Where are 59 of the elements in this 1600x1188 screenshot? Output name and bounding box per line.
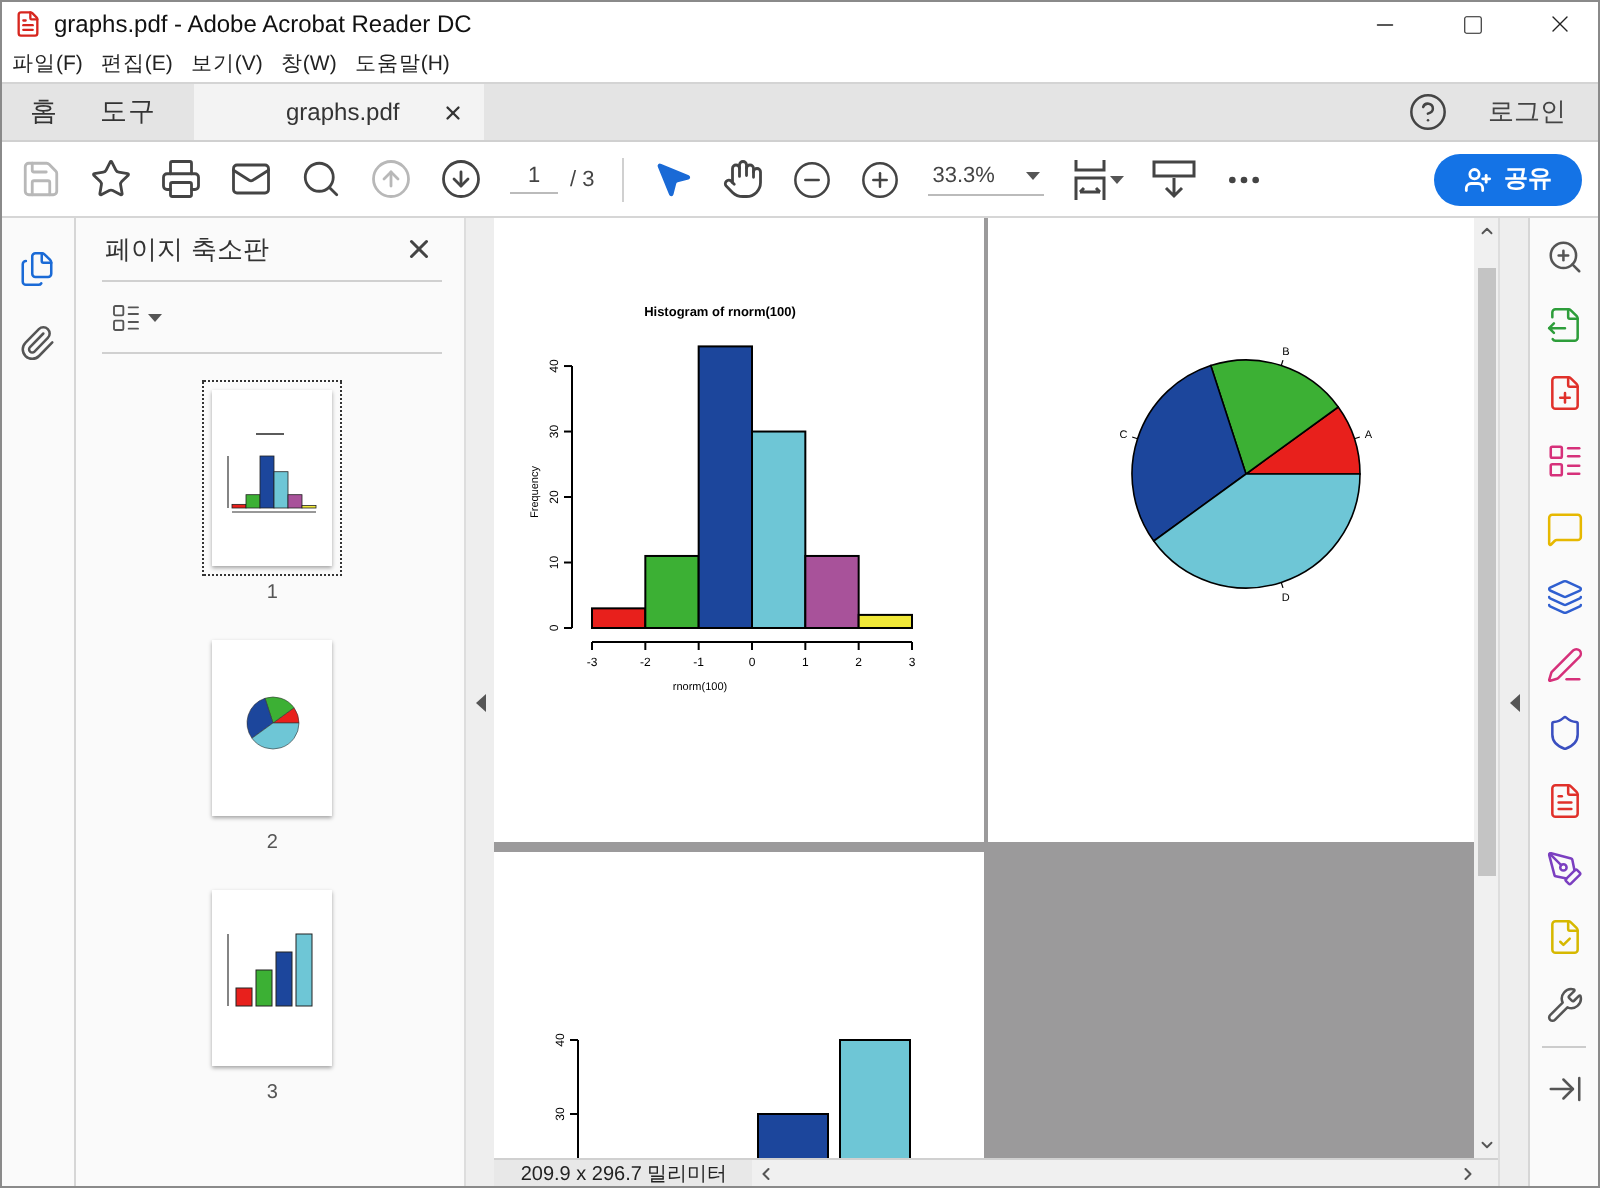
share-button[interactable]: 공유 — [1434, 153, 1582, 205]
paperclip-icon[interactable] — [18, 324, 57, 362]
maximize-icon[interactable] — [1461, 13, 1483, 35]
caret-icon — [1110, 175, 1125, 183]
collapse-arrow-icon[interactable] — [475, 693, 486, 711]
pie-thumbnail-drawing — [246, 696, 301, 750]
menu-item[interactable]: 보기(V) — [190, 50, 263, 78]
menu-item[interactable]: 창(W) — [280, 50, 337, 78]
collapse-arrow-icon[interactable] — [1509, 693, 1520, 711]
thumbnail-label: 2 — [266, 832, 278, 854]
pointer-icon[interactable] — [652, 158, 695, 200]
search-icon[interactable] — [300, 158, 342, 200]
options-menu-button[interactable] — [109, 301, 162, 333]
menu-item[interactable]: 파일(F) — [12, 50, 83, 78]
page-count: / 3 — [570, 167, 595, 191]
zoom-field[interactable]: 33.3% — [928, 163, 1045, 195]
page-number-field[interactable]: 1 — [510, 164, 558, 194]
scrollbar-thumb[interactable] — [1477, 268, 1496, 876]
read-mode-icon[interactable] — [1152, 159, 1197, 199]
export-file-icon[interactable] — [1545, 306, 1584, 344]
signature-icon[interactable] — [1545, 850, 1584, 888]
arrow-down-icon[interactable] — [440, 158, 482, 200]
mail-icon[interactable] — [230, 158, 272, 200]
list-icon — [109, 301, 142, 333]
caret-icon — [147, 313, 162, 321]
thumbnail-label: 3 — [266, 1082, 278, 1104]
wrench-icon[interactable] — [1545, 986, 1584, 1024]
nav-tab[interactable]: 홈 — [2, 84, 86, 140]
window-title: graphs.pdf - Adobe Acrobat Reader DC — [54, 10, 472, 38]
panel-title: 페이지 축소판 — [105, 231, 269, 267]
thumbnail-label: 1 — [266, 582, 278, 604]
combine-files-icon[interactable] — [1545, 578, 1584, 616]
print-icon[interactable] — [160, 158, 202, 200]
pdf-file-icon[interactable] — [1545, 782, 1584, 820]
create-file-icon[interactable] — [1545, 374, 1584, 412]
add-user-icon — [1464, 165, 1492, 193]
pdf-file-icon — [14, 10, 42, 38]
help-icon[interactable] — [1408, 92, 1448, 132]
fit-page-icon[interactable] — [1072, 157, 1109, 201]
sign-in-link[interactable]: 로그인 — [1488, 94, 1566, 130]
zoom-in-icon[interactable] — [1545, 238, 1584, 276]
hand-icon[interactable] — [722, 158, 765, 200]
zoom-in-icon[interactable] — [860, 159, 901, 199]
pages-icon[interactable] — [18, 250, 57, 288]
y-axis — [569, 1039, 580, 1158]
scroll-down-icon[interactable] — [1477, 1136, 1496, 1154]
close-icon[interactable] — [442, 101, 464, 123]
document-tab[interactable]: graphs.pdf — [194, 84, 484, 140]
page-size-label: 209.9 x 296.7 밀리미터 — [518, 1161, 730, 1186]
organize-pages-icon[interactable] — [1545, 442, 1584, 480]
menu-item[interactable]: 편집(E) — [100, 50, 173, 78]
scroll-up-icon[interactable] — [1477, 222, 1496, 240]
star-icon[interactable] — [90, 158, 132, 200]
nav-tab[interactable]: 도구 — [86, 84, 170, 140]
menu-item[interactable]: 도움말(H) — [354, 50, 450, 78]
caret-icon — [1026, 171, 1041, 179]
shield-icon[interactable] — [1545, 714, 1584, 752]
pen-icon[interactable] — [1545, 646, 1584, 684]
zoom-out-icon[interactable] — [792, 159, 833, 199]
